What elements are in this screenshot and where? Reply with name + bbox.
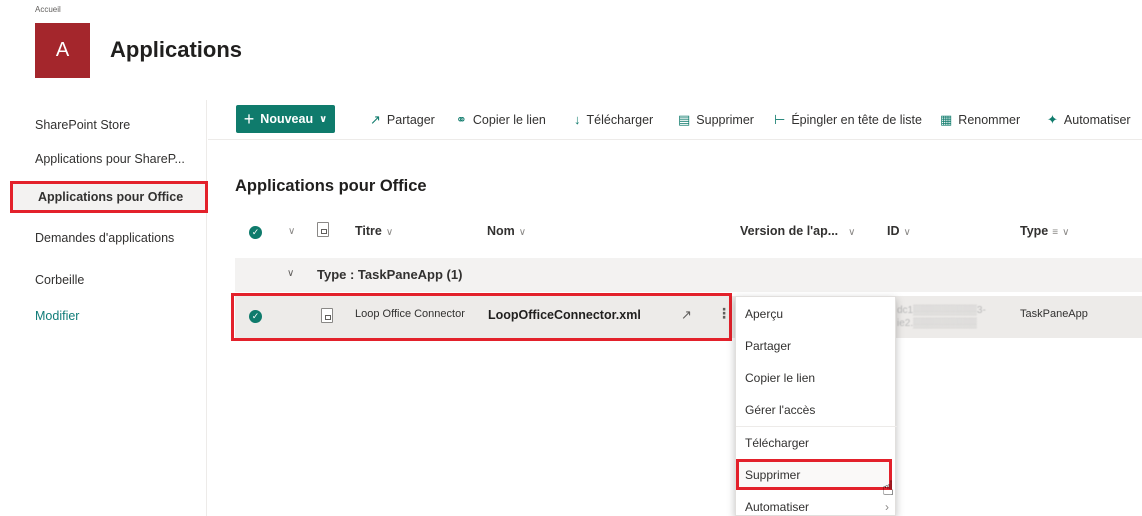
more-options-icon[interactable]: ⋮ bbox=[717, 305, 731, 322]
nav-item-apps-office[interactable]: Applications pour Office bbox=[10, 181, 208, 213]
page-title[interactable]: Applications bbox=[110, 37, 242, 63]
delete-label: Supprimer bbox=[696, 113, 754, 127]
automate-icon: ✦ bbox=[1047, 112, 1058, 127]
copy-link-button[interactable]: ⚭ Copier le lien bbox=[456, 112, 546, 128]
group-title: Type : TaskPaneApp (1) bbox=[317, 267, 463, 282]
file-icon bbox=[321, 308, 333, 323]
file-type-column-icon[interactable] bbox=[317, 222, 329, 240]
delete-button[interactable]: ▤ Supprimer bbox=[678, 112, 754, 128]
context-menu: Aperçu Partager Copier le lien Gérer l'a… bbox=[735, 296, 897, 516]
menu-item-manage-access[interactable]: Gérer l'accès bbox=[736, 394, 897, 425]
nav-edit-link[interactable]: Modifier bbox=[35, 309, 79, 323]
column-header-row: ✓ ∨ Titre ∨ Nom ∨ Version de l'ap... ∨ ID ∨ … bbox=[235, 218, 1142, 248]
row-title[interactable]: Loop Office Connector bbox=[355, 308, 465, 320]
column-type-label: Type bbox=[1020, 224, 1049, 238]
pin-button[interactable]: ⊢ Épingler en tête de liste bbox=[774, 112, 922, 128]
automate-button[interactable]: ✦ Automatiser bbox=[1047, 112, 1131, 128]
menu-item-download[interactable]: Télécharger bbox=[736, 427, 897, 458]
row-file-name[interactable]: LoopOfficeConnector.xml bbox=[488, 308, 641, 322]
column-name-label: Nom bbox=[487, 224, 515, 238]
chevron-down-icon[interactable]: ∨ bbox=[287, 268, 294, 279]
new-button-label: Nouveau bbox=[260, 112, 314, 126]
row-type: TaskPaneApp bbox=[1020, 308, 1088, 320]
trash-icon: ▤ bbox=[678, 112, 691, 127]
row-id-line2: ie2.▒▒▒▒▒▒▒▒▒ bbox=[897, 318, 977, 329]
chevron-down-icon: ∨ bbox=[1062, 227, 1070, 238]
column-header-title[interactable]: Titre ∨ bbox=[355, 224, 393, 238]
nav-item-app-requests[interactable]: Demandes d'applications bbox=[35, 231, 174, 245]
download-button[interactable]: ↓ Télécharger bbox=[574, 112, 653, 127]
column-header-type[interactable]: Type ≡ ∨ bbox=[1020, 224, 1069, 238]
group-header[interactable]: ∨ Type : TaskPaneApp (1) bbox=[235, 258, 1142, 292]
automate-label: Automatiser bbox=[1063, 113, 1131, 127]
column-header-version[interactable]: Version de l'ap... ∨ bbox=[740, 224, 855, 238]
collapse-all-chevron-icon[interactable]: ∨ bbox=[288, 226, 295, 237]
rename-label: Renommer bbox=[958, 113, 1021, 127]
pin-icon: ⊢ bbox=[774, 112, 786, 127]
group-icon: ≡ bbox=[1052, 227, 1059, 238]
copy-link-label: Copier le lien bbox=[472, 113, 546, 127]
file-icon bbox=[317, 222, 329, 237]
menu-item-delete[interactable]: Supprimer bbox=[736, 459, 892, 490]
row-id-line1: dc1▒▒▒▒▒▒▒▒▒3- bbox=[897, 305, 986, 316]
new-button[interactable]: + Nouveau ∨ bbox=[236, 105, 335, 133]
download-icon: ↓ bbox=[574, 112, 581, 127]
share-label: Partager bbox=[386, 113, 435, 127]
nav-item-apps-sharepoint[interactable]: Applications pour ShareP... bbox=[35, 152, 185, 166]
table-row[interactable]: ✓ Loop Office Connector LoopOfficeConnec… bbox=[235, 296, 1142, 338]
menu-item-preview[interactable]: Aperçu bbox=[736, 298, 897, 329]
link-icon: ⚭ bbox=[456, 112, 467, 127]
chevron-down-icon: ∨ bbox=[518, 227, 527, 238]
column-version-label: Version de l'ap... bbox=[740, 224, 839, 238]
chevron-down-icon: ∨ bbox=[848, 227, 856, 238]
share-icon[interactable]: ↗ bbox=[681, 307, 692, 323]
column-title-label: Titre bbox=[355, 224, 382, 238]
rename-button[interactable]: ▦ Renommer bbox=[940, 112, 1020, 128]
column-header-id[interactable]: ID ∨ bbox=[887, 224, 911, 238]
nav-item-sharepoint-store[interactable]: SharePoint Store bbox=[35, 118, 130, 132]
left-navigation: SharePoint Store Applications pour Share… bbox=[0, 100, 208, 516]
site-logo[interactable]: A bbox=[35, 23, 90, 78]
plus-icon: + bbox=[243, 109, 255, 129]
select-all-checkbox[interactable]: ✓ bbox=[249, 226, 262, 239]
menu-item-automate-label: Automatiser bbox=[745, 499, 810, 514]
share-icon: ↗ bbox=[370, 112, 381, 127]
breadcrumb[interactable]: Accueil bbox=[35, 5, 61, 14]
nav-item-recycle-bin[interactable]: Corbeille bbox=[35, 273, 84, 287]
menu-item-automate[interactable]: Automatiser › bbox=[736, 491, 897, 516]
chevron-down-icon: ∨ bbox=[385, 227, 394, 238]
command-bar: + Nouveau ∨ ↗ Partager ⚭ Copier le lien … bbox=[208, 100, 1142, 140]
section-title: Applications pour Office bbox=[235, 177, 427, 195]
chevron-down-icon: ∨ bbox=[903, 227, 911, 238]
menu-item-share[interactable]: Partager bbox=[736, 330, 897, 361]
column-header-name[interactable]: Nom ∨ bbox=[487, 224, 526, 238]
download-label: Télécharger bbox=[586, 112, 654, 127]
hand-cursor-icon: ☝ bbox=[882, 478, 895, 500]
pin-label: Épingler en tête de liste bbox=[791, 113, 922, 127]
share-button[interactable]: ↗ Partager bbox=[370, 112, 435, 128]
row-checkbox[interactable]: ✓ bbox=[249, 310, 262, 323]
chevron-right-icon: › bbox=[885, 499, 889, 514]
column-id-label: ID bbox=[887, 224, 900, 238]
rename-icon: ▦ bbox=[940, 112, 953, 127]
chevron-down-icon: ∨ bbox=[319, 113, 328, 125]
menu-item-copy-link[interactable]: Copier le lien bbox=[736, 362, 897, 393]
